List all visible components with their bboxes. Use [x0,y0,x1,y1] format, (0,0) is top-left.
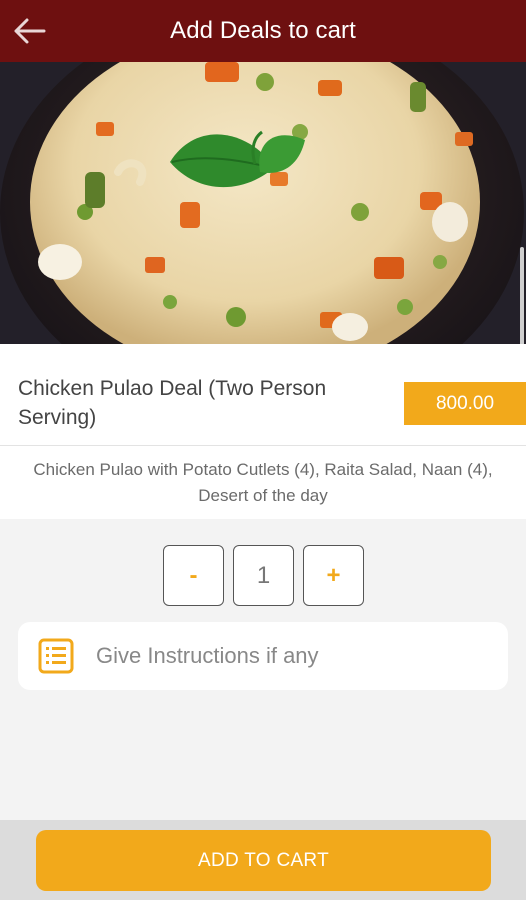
arrow-left-icon [14,18,46,44]
price-badge: 800.00 [404,382,526,425]
deal-name: Chicken Pulao Deal (Two Person Serving) [18,377,327,429]
back-button[interactable] [10,13,50,49]
deal-image [0,62,526,344]
page-title: Add Deals to cart [170,17,356,44]
scroll-indicator [520,247,524,344]
deal-description-row: Chicken Pulao with Potato Cutlets (4), R… [0,446,526,519]
increment-button[interactable]: + [303,545,364,606]
decrement-button[interactable]: - [163,545,224,606]
instructions-placeholder: Give Instructions if any [96,643,319,668]
quantity-value: 1 [256,561,271,589]
instructions-field[interactable]: Give Instructions if any [18,622,508,690]
quantity-value-box: 1 [233,545,294,606]
plus-label: + [326,561,341,589]
minus-label: - [189,561,198,589]
add-to-cart-button[interactable]: ADD TO CART [36,830,491,891]
list-note-icon [38,638,74,674]
deal-title-row: Chicken Pulao Deal (Two Person Serving) … [0,344,526,446]
deal-description: Chicken Pulao with Potato Cutlets (4), R… [33,459,493,505]
app-bar: Add Deals to cart [0,0,526,62]
bottom-bar: ADD TO CART [0,820,526,900]
